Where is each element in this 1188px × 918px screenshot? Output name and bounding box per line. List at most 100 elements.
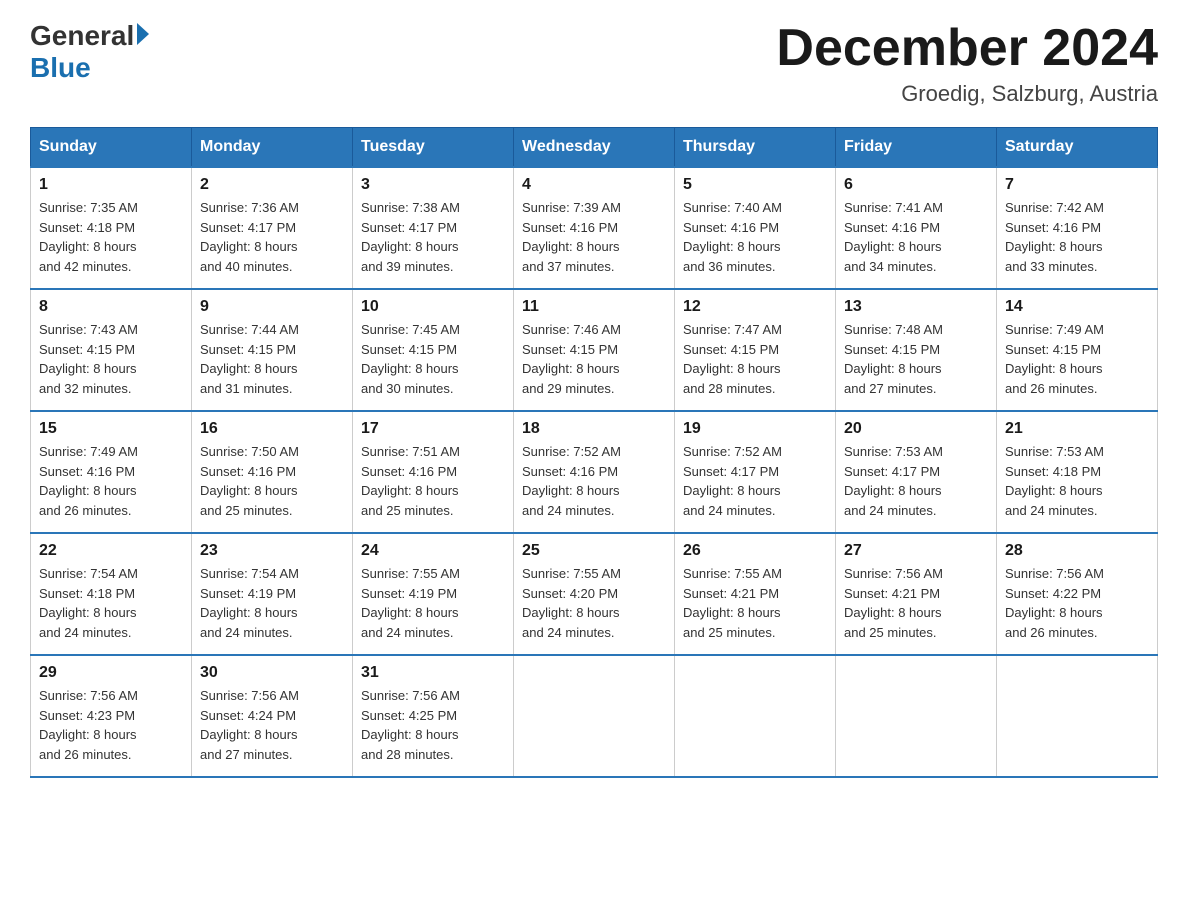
day-cell-1: 1 Sunrise: 7:35 AM Sunset: 4:18 PM Dayli… [31, 167, 192, 289]
day-number: 17 [361, 420, 505, 438]
day-cell-31: 31 Sunrise: 7:56 AM Sunset: 4:25 PM Dayl… [353, 655, 514, 777]
day-cell-10: 10 Sunrise: 7:45 AM Sunset: 4:15 PM Dayl… [353, 289, 514, 411]
week-row-3: 15 Sunrise: 7:49 AM Sunset: 4:16 PM Dayl… [31, 411, 1158, 533]
day-cell-23: 23 Sunrise: 7:54 AM Sunset: 4:19 PM Dayl… [192, 533, 353, 655]
day-info: Sunrise: 7:41 AM Sunset: 4:16 PM Dayligh… [844, 198, 988, 276]
day-info: Sunrise: 7:56 AM Sunset: 4:23 PM Dayligh… [39, 686, 183, 764]
day-cell-26: 26 Sunrise: 7:55 AM Sunset: 4:21 PM Dayl… [675, 533, 836, 655]
day-number: 10 [361, 298, 505, 316]
logo-blue-text: Blue [30, 52, 91, 83]
header-thursday: Thursday [675, 128, 836, 168]
day-number: 6 [844, 176, 988, 194]
empty-cell [514, 655, 675, 777]
day-cell-8: 8 Sunrise: 7:43 AM Sunset: 4:15 PM Dayli… [31, 289, 192, 411]
day-info: Sunrise: 7:48 AM Sunset: 4:15 PM Dayligh… [844, 320, 988, 398]
day-info: Sunrise: 7:43 AM Sunset: 4:15 PM Dayligh… [39, 320, 183, 398]
day-cell-30: 30 Sunrise: 7:56 AM Sunset: 4:24 PM Dayl… [192, 655, 353, 777]
day-number: 30 [200, 664, 344, 682]
day-cell-12: 12 Sunrise: 7:47 AM Sunset: 4:15 PM Dayl… [675, 289, 836, 411]
day-cell-7: 7 Sunrise: 7:42 AM Sunset: 4:16 PM Dayli… [997, 167, 1158, 289]
day-number: 12 [683, 298, 827, 316]
day-info: Sunrise: 7:51 AM Sunset: 4:16 PM Dayligh… [361, 442, 505, 520]
day-cell-11: 11 Sunrise: 7:46 AM Sunset: 4:15 PM Dayl… [514, 289, 675, 411]
day-info: Sunrise: 7:55 AM Sunset: 4:19 PM Dayligh… [361, 564, 505, 642]
day-info: Sunrise: 7:56 AM Sunset: 4:22 PM Dayligh… [1005, 564, 1149, 642]
day-number: 28 [1005, 542, 1149, 560]
day-info: Sunrise: 7:53 AM Sunset: 4:18 PM Dayligh… [1005, 442, 1149, 520]
day-number: 27 [844, 542, 988, 560]
logo-general-text: General [30, 20, 134, 52]
day-info: Sunrise: 7:35 AM Sunset: 4:18 PM Dayligh… [39, 198, 183, 276]
day-cell-18: 18 Sunrise: 7:52 AM Sunset: 4:16 PM Dayl… [514, 411, 675, 533]
day-info: Sunrise: 7:53 AM Sunset: 4:17 PM Dayligh… [844, 442, 988, 520]
header-monday: Monday [192, 128, 353, 168]
page-header: General Blue December 2024 Groedig, Salz… [30, 20, 1158, 107]
day-info: Sunrise: 7:49 AM Sunset: 4:15 PM Dayligh… [1005, 320, 1149, 398]
day-info: Sunrise: 7:49 AM Sunset: 4:16 PM Dayligh… [39, 442, 183, 520]
day-cell-22: 22 Sunrise: 7:54 AM Sunset: 4:18 PM Dayl… [31, 533, 192, 655]
day-info: Sunrise: 7:55 AM Sunset: 4:21 PM Dayligh… [683, 564, 827, 642]
title-block: December 2024 Groedig, Salzburg, Austria [776, 20, 1158, 107]
day-number: 18 [522, 420, 666, 438]
day-number: 2 [200, 176, 344, 194]
day-info: Sunrise: 7:56 AM Sunset: 4:25 PM Dayligh… [361, 686, 505, 764]
day-number: 21 [1005, 420, 1149, 438]
day-cell-5: 5 Sunrise: 7:40 AM Sunset: 4:16 PM Dayli… [675, 167, 836, 289]
month-title: December 2024 [776, 20, 1158, 77]
week-row-2: 8 Sunrise: 7:43 AM Sunset: 4:15 PM Dayli… [31, 289, 1158, 411]
day-info: Sunrise: 7:50 AM Sunset: 4:16 PM Dayligh… [200, 442, 344, 520]
header-friday: Friday [836, 128, 997, 168]
day-number: 8 [39, 298, 183, 316]
weekday-header-row: Sunday Monday Tuesday Wednesday Thursday… [31, 128, 1158, 168]
calendar-table: Sunday Monday Tuesday Wednesday Thursday… [30, 127, 1158, 778]
header-tuesday: Tuesday [353, 128, 514, 168]
day-info: Sunrise: 7:39 AM Sunset: 4:16 PM Dayligh… [522, 198, 666, 276]
day-number: 5 [683, 176, 827, 194]
day-number: 15 [39, 420, 183, 438]
header-sunday: Sunday [31, 128, 192, 168]
day-cell-21: 21 Sunrise: 7:53 AM Sunset: 4:18 PM Dayl… [997, 411, 1158, 533]
logo-arrow-icon [137, 23, 149, 45]
day-number: 9 [200, 298, 344, 316]
day-cell-2: 2 Sunrise: 7:36 AM Sunset: 4:17 PM Dayli… [192, 167, 353, 289]
day-number: 13 [844, 298, 988, 316]
week-row-4: 22 Sunrise: 7:54 AM Sunset: 4:18 PM Dayl… [31, 533, 1158, 655]
day-number: 3 [361, 176, 505, 194]
day-number: 20 [844, 420, 988, 438]
day-cell-25: 25 Sunrise: 7:55 AM Sunset: 4:20 PM Dayl… [514, 533, 675, 655]
day-number: 1 [39, 176, 183, 194]
empty-cell [997, 655, 1158, 777]
day-info: Sunrise: 7:40 AM Sunset: 4:16 PM Dayligh… [683, 198, 827, 276]
day-number: 4 [522, 176, 666, 194]
header-wednesday: Wednesday [514, 128, 675, 168]
day-number: 29 [39, 664, 183, 682]
day-info: Sunrise: 7:44 AM Sunset: 4:15 PM Dayligh… [200, 320, 344, 398]
day-cell-3: 3 Sunrise: 7:38 AM Sunset: 4:17 PM Dayli… [353, 167, 514, 289]
day-number: 16 [200, 420, 344, 438]
day-info: Sunrise: 7:38 AM Sunset: 4:17 PM Dayligh… [361, 198, 505, 276]
day-cell-13: 13 Sunrise: 7:48 AM Sunset: 4:15 PM Dayl… [836, 289, 997, 411]
day-info: Sunrise: 7:52 AM Sunset: 4:16 PM Dayligh… [522, 442, 666, 520]
day-info: Sunrise: 7:42 AM Sunset: 4:16 PM Dayligh… [1005, 198, 1149, 276]
day-info: Sunrise: 7:54 AM Sunset: 4:19 PM Dayligh… [200, 564, 344, 642]
day-number: 7 [1005, 176, 1149, 194]
header-saturday: Saturday [997, 128, 1158, 168]
day-info: Sunrise: 7:54 AM Sunset: 4:18 PM Dayligh… [39, 564, 183, 642]
day-cell-29: 29 Sunrise: 7:56 AM Sunset: 4:23 PM Dayl… [31, 655, 192, 777]
day-cell-14: 14 Sunrise: 7:49 AM Sunset: 4:15 PM Dayl… [997, 289, 1158, 411]
day-cell-17: 17 Sunrise: 7:51 AM Sunset: 4:16 PM Dayl… [353, 411, 514, 533]
day-number: 26 [683, 542, 827, 560]
day-cell-6: 6 Sunrise: 7:41 AM Sunset: 4:16 PM Dayli… [836, 167, 997, 289]
location-title: Groedig, Salzburg, Austria [776, 81, 1158, 107]
day-info: Sunrise: 7:45 AM Sunset: 4:15 PM Dayligh… [361, 320, 505, 398]
day-info: Sunrise: 7:55 AM Sunset: 4:20 PM Dayligh… [522, 564, 666, 642]
day-cell-27: 27 Sunrise: 7:56 AM Sunset: 4:21 PM Dayl… [836, 533, 997, 655]
empty-cell [675, 655, 836, 777]
week-row-1: 1 Sunrise: 7:35 AM Sunset: 4:18 PM Dayli… [31, 167, 1158, 289]
day-cell-15: 15 Sunrise: 7:49 AM Sunset: 4:16 PM Dayl… [31, 411, 192, 533]
day-cell-24: 24 Sunrise: 7:55 AM Sunset: 4:19 PM Dayl… [353, 533, 514, 655]
empty-cell [836, 655, 997, 777]
day-number: 14 [1005, 298, 1149, 316]
day-info: Sunrise: 7:46 AM Sunset: 4:15 PM Dayligh… [522, 320, 666, 398]
day-cell-9: 9 Sunrise: 7:44 AM Sunset: 4:15 PM Dayli… [192, 289, 353, 411]
